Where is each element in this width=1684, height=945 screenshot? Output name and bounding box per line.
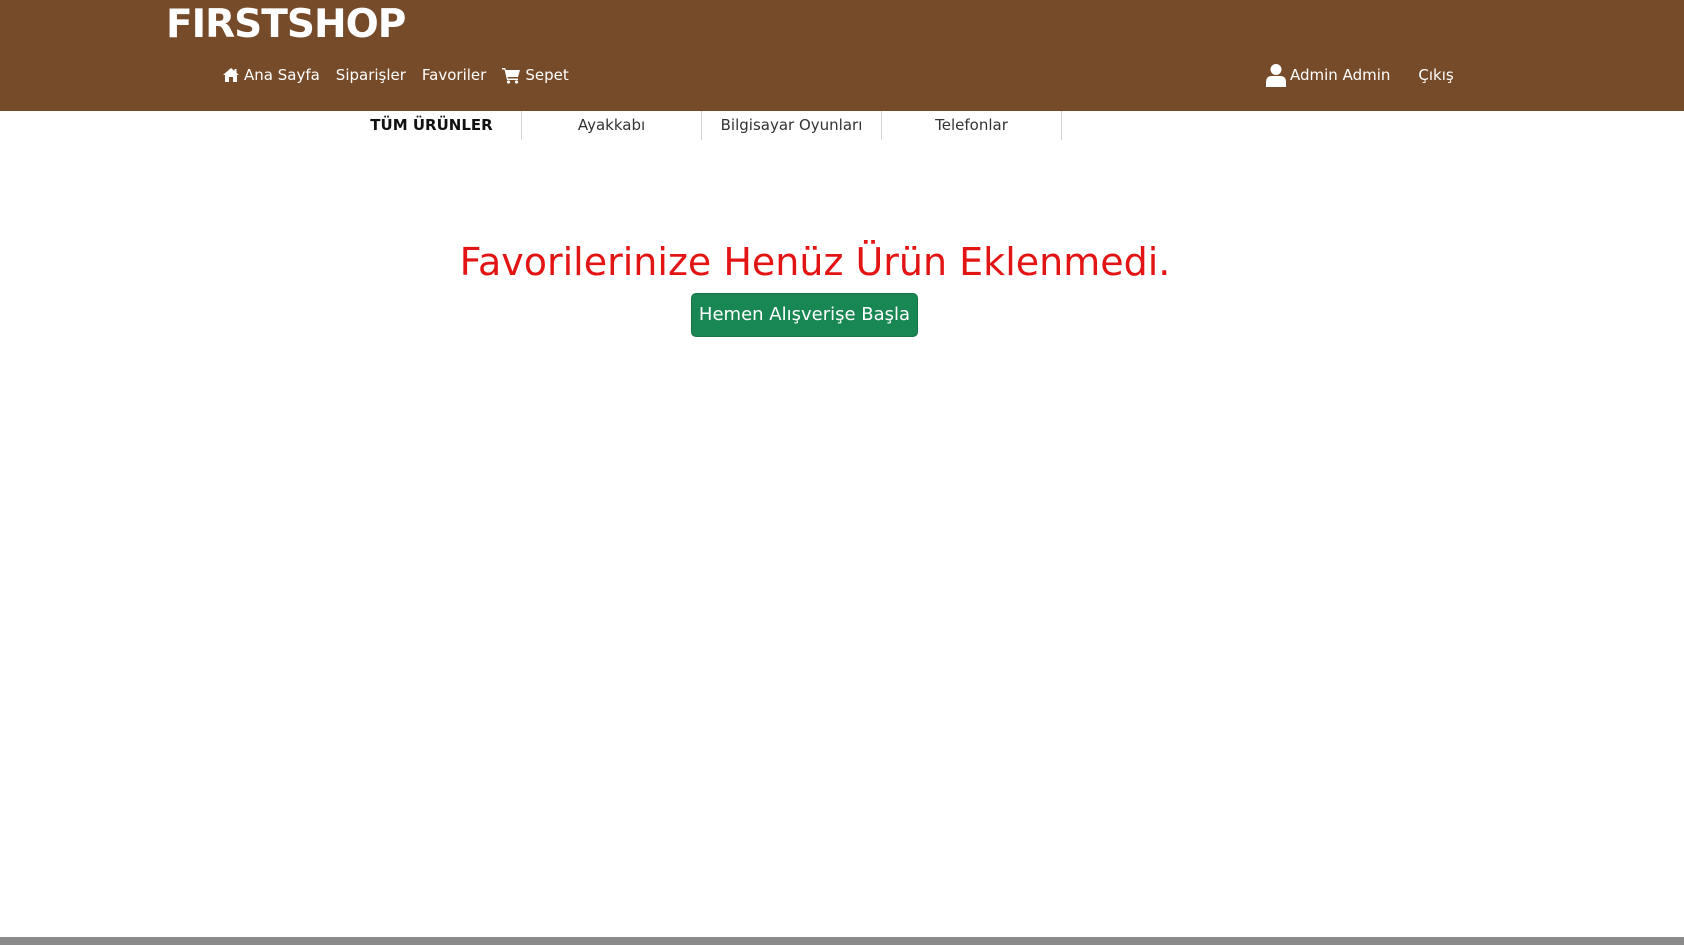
category-bar: TÜM ÜRÜNLER Ayakkabı Bilgisayar Oyunları… (342, 111, 1062, 140)
nav-cart-link[interactable]: Sepet (502, 66, 569, 84)
nav-cart-label: Sepet (525, 66, 569, 84)
nav-favorites-label: Favoriler (421, 66, 487, 84)
logout-link[interactable]: Çıkış (1418, 66, 1453, 84)
footer-bar (0, 937, 1684, 945)
user-account-link[interactable]: Admin Admin (1266, 63, 1390, 87)
site-header: FIRSTSHOP Ana Sayfa Siparişler Favoriler… (0, 0, 1684, 111)
category-tab-shoes[interactable]: Ayakkabı (522, 111, 702, 140)
user-nav: Admin Admin Çıkış (1266, 60, 1454, 90)
home-icon (223, 68, 239, 82)
category-tab-all[interactable]: TÜM ÜRÜNLER (342, 111, 522, 140)
category-tab-computer-games[interactable]: Bilgisayar Oyunları (702, 111, 882, 140)
nav-orders-link[interactable]: Siparişler (336, 66, 406, 84)
cart-icon (502, 67, 521, 84)
empty-favorites-message: Favorilerinize Henüz Ürün Eklenmedi. (459, 240, 1171, 284)
nav-home-label: Ana Sayfa (244, 66, 320, 84)
logout-label: Çıkış (1418, 66, 1454, 84)
nav-orders-label: Siparişler (335, 66, 406, 84)
start-shopping-button[interactable]: Hemen Alışverişe Başla (691, 293, 918, 337)
nav-home-link[interactable]: Ana Sayfa (222, 66, 320, 84)
category-tab-phones[interactable]: Telefonlar (882, 111, 1062, 140)
brand-logo[interactable]: FIRSTSHOP (166, 2, 406, 48)
user-icon (1266, 64, 1286, 87)
main-nav: Ana Sayfa Siparişler Favoriler Sepet (222, 62, 585, 88)
user-name-label: Admin Admin (1290, 66, 1391, 84)
nav-favorites-link[interactable]: Favoriler (422, 66, 486, 84)
